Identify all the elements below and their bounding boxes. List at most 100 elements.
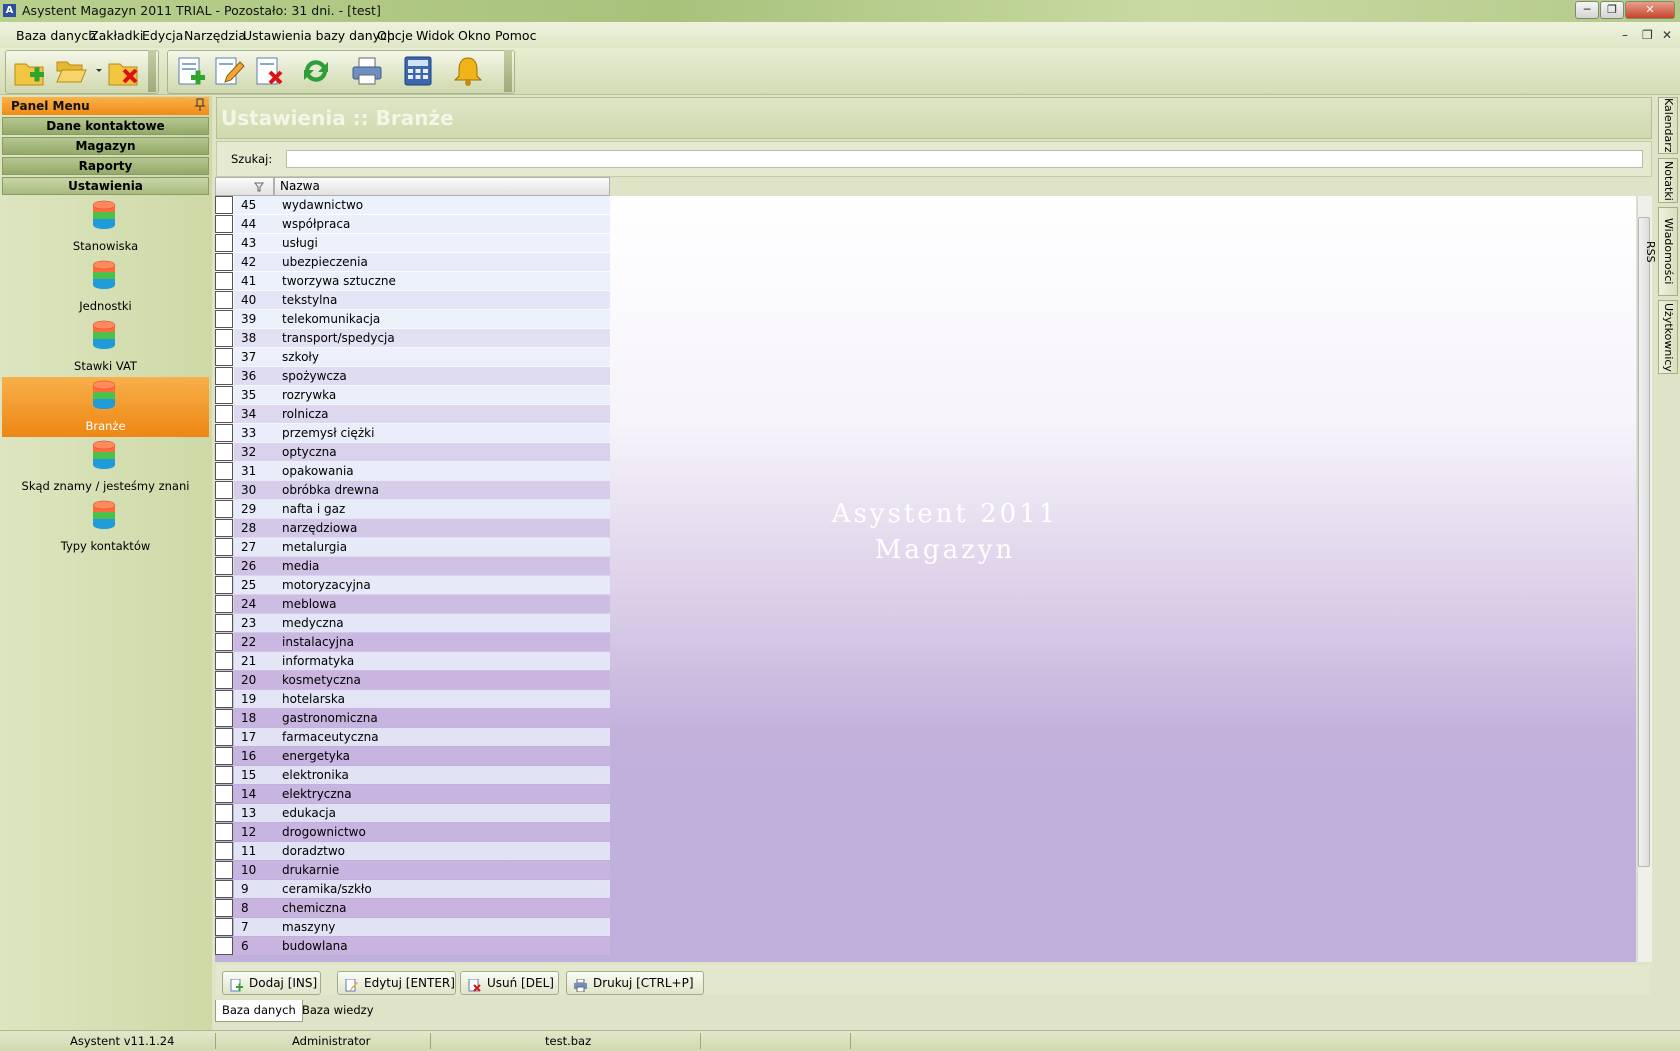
print-button[interactable]: Drukuj [CTRL+P] bbox=[566, 971, 704, 995]
toolbar-grip[interactable] bbox=[148, 50, 156, 92]
table-row[interactable]: 16 energetyka bbox=[215, 747, 610, 765]
menu-okno[interactable]: Okno bbox=[458, 28, 491, 43]
row-selector[interactable] bbox=[215, 899, 233, 917]
edit-button[interactable]: Edytuj [ENTER] bbox=[337, 971, 456, 995]
row-selector[interactable] bbox=[215, 196, 233, 214]
tab-wiadomosci-rss[interactable]: Wiadomości RSS bbox=[1644, 207, 1678, 296]
print-icon[interactable] bbox=[350, 54, 384, 88]
section-dane-kontaktowe[interactable]: Dane kontaktowe bbox=[2, 117, 209, 135]
tab-baza-danych[interactable]: Baza danych bbox=[215, 1000, 303, 1022]
open-folder-icon[interactable] bbox=[54, 54, 88, 88]
table-row[interactable]: 15 elektronika bbox=[215, 766, 610, 784]
menu-narzedzia[interactable]: Narzędzia bbox=[184, 28, 246, 43]
row-selector[interactable] bbox=[215, 842, 233, 860]
search-input[interactable] bbox=[286, 150, 1643, 168]
nav-item[interactable]: Stanowiska bbox=[2, 197, 209, 257]
row-selector[interactable] bbox=[215, 462, 233, 480]
tab-notatki[interactable]: Notatki bbox=[1658, 158, 1678, 203]
table-row[interactable]: 11 doradztwo bbox=[215, 842, 610, 860]
menu-baza-danych[interactable]: Baza danych bbox=[16, 28, 96, 43]
table-row[interactable]: 40 tekstylna bbox=[215, 291, 610, 309]
row-selector[interactable] bbox=[215, 272, 233, 290]
row-selector[interactable] bbox=[215, 519, 233, 537]
row-selector[interactable] bbox=[215, 367, 233, 385]
minimize-button[interactable]: ─ bbox=[1575, 1, 1599, 19]
table-row[interactable]: 20 kosmetyczna bbox=[215, 671, 610, 689]
row-selector[interactable] bbox=[215, 253, 233, 271]
table-row[interactable]: 23 medyczna bbox=[215, 614, 610, 632]
row-selector[interactable] bbox=[215, 557, 233, 575]
row-selector[interactable] bbox=[215, 633, 233, 651]
row-selector[interactable] bbox=[215, 804, 233, 822]
filter-icon[interactable] bbox=[254, 181, 264, 195]
add-button[interactable]: Dodaj [INS] bbox=[222, 971, 321, 995]
menu-edycja[interactable]: Edycja bbox=[142, 28, 183, 43]
mdi-minimize-button[interactable]: – bbox=[1622, 28, 1628, 42]
table-row[interactable]: 36 spożywcza bbox=[215, 367, 610, 385]
table-row[interactable]: 9 ceramika/szkło bbox=[215, 880, 610, 898]
table-row[interactable]: 42 ubezpieczenia bbox=[215, 253, 610, 271]
table-row[interactable]: 39 telekomunikacja bbox=[215, 310, 610, 328]
row-selector[interactable] bbox=[215, 614, 233, 632]
table-row[interactable]: 44 współpraca bbox=[215, 215, 610, 233]
nav-item[interactable]: Stawki VAT bbox=[2, 317, 209, 377]
table-row[interactable]: 34 rolnicza bbox=[215, 405, 610, 423]
row-selector[interactable] bbox=[215, 937, 233, 955]
new-database-icon[interactable] bbox=[12, 54, 46, 88]
table-row[interactable]: 33 przemysł ciężki bbox=[215, 424, 610, 442]
toolbar-grip[interactable] bbox=[504, 50, 512, 92]
section-magazyn[interactable]: Magazyn bbox=[2, 137, 209, 155]
row-selector[interactable] bbox=[215, 386, 233, 404]
section-ustawienia[interactable]: Ustawienia bbox=[2, 177, 209, 195]
row-selector[interactable] bbox=[215, 880, 233, 898]
menu-ustawienia-bazy[interactable]: Ustawienia bazy danych bbox=[243, 28, 395, 43]
nav-item[interactable]: Typy kontaktów bbox=[2, 497, 209, 557]
row-selector[interactable] bbox=[215, 652, 233, 670]
section-raporty[interactable]: Raporty bbox=[2, 157, 209, 175]
row-selector[interactable] bbox=[215, 671, 233, 689]
table-row[interactable]: 43 usługi bbox=[215, 234, 610, 252]
row-selector[interactable] bbox=[215, 690, 233, 708]
table-row[interactable]: 31 opakowania bbox=[215, 462, 610, 480]
row-selector[interactable] bbox=[215, 481, 233, 499]
table-row[interactable]: 41 tworzywa sztuczne bbox=[215, 272, 610, 290]
grid-header-indicator[interactable] bbox=[215, 177, 274, 196]
table-row[interactable]: 7 maszyny bbox=[215, 918, 610, 936]
tab-uzytkownicy[interactable]: Użytkownicy bbox=[1658, 300, 1678, 374]
add-record-icon[interactable] bbox=[174, 54, 208, 88]
table-row[interactable]: 24 meblowa bbox=[215, 595, 610, 613]
bell-icon[interactable] bbox=[451, 54, 485, 88]
calculator-icon[interactable] bbox=[401, 54, 435, 88]
column-header-nazwa[interactable]: Nazwa bbox=[274, 177, 610, 196]
row-selector[interactable] bbox=[215, 823, 233, 841]
close-button[interactable]: ✕ bbox=[1625, 1, 1675, 19]
row-selector[interactable] bbox=[215, 443, 233, 461]
mdi-restore-button[interactable]: ❐ bbox=[1642, 28, 1653, 42]
table-row[interactable]: 19 hotelarska bbox=[215, 690, 610, 708]
row-selector[interactable] bbox=[215, 234, 233, 252]
table-row[interactable]: 6 budowlana bbox=[215, 937, 610, 955]
row-selector[interactable] bbox=[215, 728, 233, 746]
nav-item[interactable]: Skąd znamy / jesteśmy znani bbox=[2, 437, 209, 497]
row-selector[interactable] bbox=[215, 538, 233, 556]
table-row[interactable]: 27 metalurgia bbox=[215, 538, 610, 556]
table-row[interactable]: 45 wydawnictwo bbox=[215, 196, 610, 214]
table-row[interactable]: 13 edukacja bbox=[215, 804, 610, 822]
row-selector[interactable] bbox=[215, 747, 233, 765]
row-selector[interactable] bbox=[215, 861, 233, 879]
menu-pomoc[interactable]: Pomoc bbox=[495, 28, 536, 43]
table-row[interactable]: 30 obróbka drewna bbox=[215, 481, 610, 499]
table-row[interactable]: 21 informatyka bbox=[215, 652, 610, 670]
refresh-icon[interactable] bbox=[299, 54, 333, 88]
menu-opcje[interactable]: Opcje bbox=[377, 28, 413, 43]
table-row[interactable]: 12 drogownictwo bbox=[215, 823, 610, 841]
tab-kalendarz[interactable]: Kalendarz bbox=[1658, 97, 1678, 154]
mdi-close-button[interactable]: ✕ bbox=[1662, 28, 1672, 42]
row-selector[interactable] bbox=[215, 424, 233, 442]
table-row[interactable]: 37 szkoły bbox=[215, 348, 610, 366]
table-row[interactable]: 38 transport/spedycja bbox=[215, 329, 610, 347]
nav-item[interactable]: Branże bbox=[2, 377, 209, 437]
row-selector[interactable] bbox=[215, 310, 233, 328]
row-selector[interactable] bbox=[215, 766, 233, 784]
table-row[interactable]: 29 nafta i gaz bbox=[215, 500, 610, 518]
